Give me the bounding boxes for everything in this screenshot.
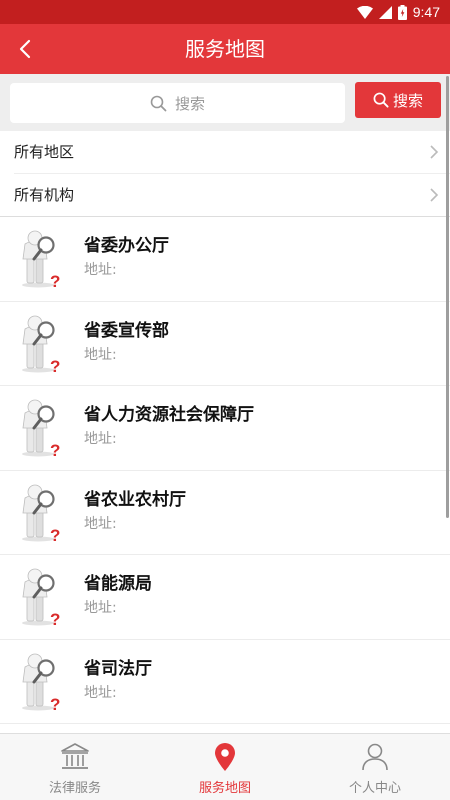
page-title: 服务地图 bbox=[185, 37, 265, 61]
filter-region-label: 所有地区 bbox=[14, 143, 75, 161]
org-thumbnail-icon: ? bbox=[16, 483, 66, 545]
svg-text:?: ? bbox=[50, 610, 60, 627]
org-thumbnail-icon: ? bbox=[16, 314, 66, 376]
org-address: 地址: bbox=[84, 346, 117, 363]
org-name: 省委办公厅 bbox=[84, 236, 169, 256]
filter-institution[interactable]: 所有机构 bbox=[0, 174, 450, 216]
org-name: 省农业农村厅 bbox=[84, 489, 186, 510]
search-icon bbox=[150, 95, 167, 111]
org-address: 地址: bbox=[84, 600, 117, 616]
courthouse-icon bbox=[61, 743, 89, 769]
wifi-icon bbox=[356, 5, 373, 19]
list-item[interactable]: ? 省能源局地址: bbox=[0, 555, 450, 640]
status-bar: 9:47 bbox=[0, 0, 450, 24]
search-input[interactable]: 搜索 bbox=[10, 83, 345, 123]
list-item[interactable]: ? 省委办公厅地址: bbox=[0, 217, 450, 302]
signal-icon bbox=[378, 5, 392, 19]
org-name: 省委宣传部 bbox=[84, 320, 169, 341]
filter-institution-label: 所有机构 bbox=[14, 186, 75, 204]
tab-legal-services[interactable]: 法律服务 bbox=[0, 734, 150, 800]
chevron-right-icon bbox=[430, 145, 439, 159]
org-name: 省能源局 bbox=[84, 574, 152, 594]
tab-service-map[interactable]: 服务地图 bbox=[150, 734, 300, 800]
search-placeholder: 搜索 bbox=[174, 94, 205, 113]
app-bar: 服务地图 bbox=[0, 24, 450, 74]
org-name: 省人力资源社会保障厅 bbox=[84, 405, 254, 425]
org-address: 地址: bbox=[84, 431, 117, 447]
search-button[interactable]: 搜索 bbox=[355, 82, 441, 118]
search-icon bbox=[373, 92, 389, 108]
tab-legal-services-label: 法律服务 bbox=[48, 781, 101, 796]
list-item[interactable]: ? 省委宣传部地址: bbox=[0, 302, 450, 386]
battery-icon bbox=[397, 4, 407, 20]
search-button-label: 搜索 bbox=[392, 91, 423, 110]
org-address: 地址: bbox=[84, 262, 117, 278]
organization-list: ? 省委办公厅 地址:? 省委宣传部 地址:? 省人力资源社会保障厅 地址:? 省农业农村厅地… bbox=[0, 217, 450, 733]
filter-region[interactable]: 所有地区 bbox=[0, 131, 450, 173]
org-name: 省司法厅 bbox=[84, 658, 152, 679]
org-thumbnail-icon: ? bbox=[16, 652, 66, 714]
search-bar: 搜索 搜索 bbox=[0, 74, 450, 131]
tab-personal-center-label: 个人中心 bbox=[348, 781, 401, 796]
svg-text:?: ? bbox=[50, 526, 60, 543]
list-item[interactable]: ? 省农业农村厅地址: bbox=[0, 471, 450, 555]
org-thumbnail-icon: ? bbox=[16, 398, 66, 460]
status-time: 9:47 bbox=[412, 4, 440, 20]
map-pin-icon bbox=[215, 743, 235, 771]
user-icon bbox=[362, 743, 388, 771]
org-address: 地址: bbox=[84, 515, 117, 532]
status-icons: 9:47 bbox=[356, 3, 440, 21]
svg-text:?: ? bbox=[50, 272, 60, 289]
svg-text:?: ? bbox=[50, 441, 60, 458]
list-item[interactable]: ? 省人力资源社会保障厅地址: bbox=[0, 386, 450, 471]
svg-text:?: ? bbox=[50, 695, 60, 712]
svg-text:?: ? bbox=[50, 357, 60, 374]
org-thumbnail-icon: ? bbox=[16, 567, 66, 629]
list-item[interactable]: ? 省司法厅地址: bbox=[0, 640, 450, 724]
bottom-nav: 法律服务 服务地图 个人中心 bbox=[0, 733, 450, 800]
org-thumbnail-icon: ? bbox=[16, 229, 66, 291]
chevron-right-icon bbox=[430, 188, 439, 202]
tab-personal-center[interactable]: 个人中心 bbox=[300, 734, 450, 800]
scrollbar[interactable] bbox=[446, 76, 449, 518]
org-address: 地址: bbox=[84, 684, 117, 701]
tab-service-map-label: 服务地图 bbox=[198, 781, 251, 796]
